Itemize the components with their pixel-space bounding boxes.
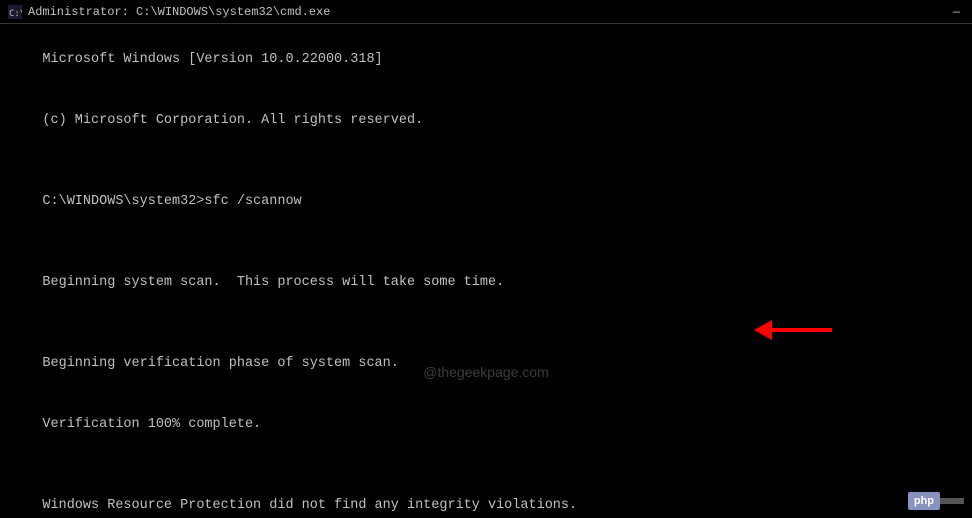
php-badge: php [908,492,964,510]
arrow-head-icon [754,320,772,340]
title-bar-left: C:\ Administrator: C:\WINDOWS\system32\c… [8,5,330,19]
svg-text:C:\: C:\ [9,9,22,19]
title-bar-title: Administrator: C:\WINDOWS\system32\cmd.e… [28,5,330,19]
line-11: Windows Resource Protection did not find… [10,476,962,518]
line-1: Microsoft Windows [Version 10.0.22000.31… [10,30,962,91]
cmd-icon: C:\ [8,5,22,19]
line-2: (c) Microsoft Corporation. All rights re… [10,91,962,152]
line-5 [10,233,962,253]
arrow-annotation [754,320,832,340]
line-10 [10,455,962,475]
php-logo: php [908,492,940,510]
minimize-button[interactable]: — [949,5,964,19]
line-6: Beginning system scan. This process will… [10,253,962,314]
line-9: Verification 100% complete. [10,395,962,456]
line-3 [10,152,962,172]
watermark: @thegeekpage.com [423,364,549,380]
terminal-body: Microsoft Windows [Version 10.0.22000.31… [0,24,972,518]
line-4: C:\WINDOWS\system32>sfc /scannow [10,172,962,233]
arrow-shaft [772,328,832,332]
php-extra [940,498,964,504]
title-bar: C:\ Administrator: C:\WINDOWS\system32\c… [0,0,972,24]
title-bar-controls: — [949,5,964,19]
